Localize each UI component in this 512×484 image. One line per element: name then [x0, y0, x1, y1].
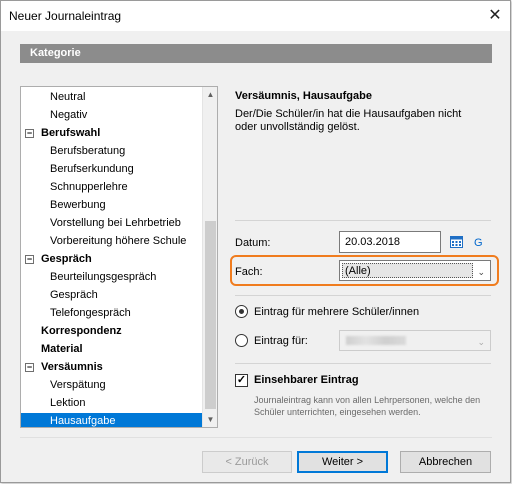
tree-item-label: Bewerbung — [50, 199, 106, 211]
scroll-thumb[interactable] — [205, 221, 216, 409]
collapse-icon[interactable]: − — [25, 363, 34, 372]
chevron-down-icon: ⌄ — [477, 267, 485, 277]
date-label: Datum: — [235, 237, 271, 249]
divider — [235, 220, 491, 221]
window-title: Neuer Journaleintrag — [9, 9, 122, 23]
tree-item[interactable]: − Berufswahl — [21, 125, 100, 142]
collapse-icon[interactable]: − — [25, 255, 34, 264]
blurred-student-name — [346, 336, 406, 345]
tree-item[interactable]: Schnupperlehre — [21, 179, 128, 196]
divider — [235, 295, 491, 296]
tree-item-label: Beurteilungsgespräch — [50, 271, 157, 283]
tree-item-label: Schnupperlehre — [50, 181, 128, 193]
tree-item-label: Hausaufgabe — [50, 415, 116, 427]
tree-item-label: Neutral — [50, 91, 86, 103]
title-bar: Neuer Journaleintrag ✕ — [1, 1, 510, 31]
back-button[interactable]: < Zurück — [202, 451, 292, 473]
tree-item[interactable]: Telefongespräch — [21, 305, 131, 322]
tree-item-label: Gespräch — [41, 253, 92, 265]
category-info-description: Der/Die Schüler/in hat die Hausaufgaben … — [235, 108, 462, 133]
tree-item[interactable]: Bewerbung — [21, 197, 106, 214]
tree-item[interactable]: Korrespondenz — [21, 323, 122, 340]
tree-item[interactable]: Berufsberatung — [21, 143, 125, 160]
tree-item-label: Material — [41, 343, 83, 355]
g-button[interactable]: G — [474, 237, 483, 249]
subject-select[interactable]: (Alle) ⌄ — [339, 260, 491, 281]
student-select[interactable]: ⌄ — [339, 330, 491, 351]
radio-multi-label: Eintrag für mehrere Schüler/innen — [254, 306, 420, 318]
tree-item[interactable]: Berufserkundung — [21, 161, 134, 178]
tree-item-label: Negativ — [50, 109, 88, 121]
radio-single[interactable] — [235, 334, 248, 347]
tree-item[interactable]: Hausaufgabe — [21, 413, 202, 427]
tree-item-label: Korrespondenz — [41, 325, 122, 337]
subject-label: Fach: — [235, 266, 263, 278]
radio-single-label: Eintrag für: — [254, 335, 308, 347]
date-input[interactable]: 20.03.2018 — [339, 231, 441, 253]
tree-item[interactable]: Material — [21, 341, 83, 358]
tree-item[interactable]: − Gespräch — [21, 251, 92, 268]
tree-item-label: Berufswahl — [41, 127, 101, 139]
subject-select-value: (Alle) — [342, 263, 473, 278]
tree-item[interactable]: Lektion — [21, 395, 85, 412]
tree-item-label: Lektion — [50, 397, 86, 409]
tree-item-label: Verspätung — [50, 379, 106, 391]
tree-item-label: Vorstellung bei Lehrbetrieb — [50, 217, 181, 229]
visible-entry-checkbox[interactable]: ✓ — [235, 374, 248, 387]
dialog-window: Neuer Journaleintrag ✕ Kategorie Neutral… — [0, 0, 511, 483]
tree-item[interactable]: Vorstellung bei Lehrbetrieb — [21, 215, 181, 232]
tree-item[interactable]: Verspätung — [21, 377, 106, 394]
tree-scrollbar[interactable]: ▲ ▼ — [202, 87, 217, 427]
footer-divider — [20, 437, 492, 438]
category-tree[interactable]: Neutral Negativ − Berufswahl Berufsberatung B… — [20, 86, 218, 428]
tree-item[interactable]: Neutral — [21, 89, 85, 106]
calendar-icon[interactable] — [450, 235, 463, 248]
tree-item-label: Berufsberatung — [50, 145, 126, 157]
tree-item-label: Telefongespräch — [50, 307, 131, 319]
tree-item-label: Berufserkundung — [50, 163, 134, 175]
tree-item-label: Gespräch — [50, 289, 98, 301]
category-header: Kategorie — [20, 44, 492, 63]
visible-entry-label: Einsehbarer Eintrag — [254, 374, 359, 386]
tree-item[interactable]: Vorbereitung höhere Schule — [21, 233, 186, 250]
chevron-down-icon: ⌄ — [477, 337, 485, 347]
collapse-icon[interactable]: − — [25, 129, 34, 138]
tree-item[interactable]: − Versäumnis — [21, 359, 103, 376]
tree-item[interactable]: Beurteilungsgespräch — [21, 269, 156, 286]
tree-item[interactable]: Gespräch — [21, 287, 98, 304]
scroll-up-arrow-icon[interactable]: ▲ — [203, 87, 217, 102]
close-icon[interactable]: ✕ — [484, 5, 506, 27]
divider — [235, 363, 491, 364]
scroll-down-arrow-icon[interactable]: ▼ — [203, 412, 217, 427]
tree-item-label: Vorbereitung höhere Schule — [50, 235, 187, 247]
radio-multi[interactable] — [235, 305, 248, 318]
tree-item-label: Versäumnis — [41, 361, 103, 373]
visible-entry-description: Journaleintrag kann von allen Lehrperson… — [254, 395, 481, 417]
next-button[interactable]: Weiter > — [297, 451, 388, 473]
cancel-button[interactable]: Abbrechen — [400, 451, 491, 473]
tree-item[interactable]: Negativ — [21, 107, 87, 124]
category-info-title: Versäumnis, Hausaufgabe — [235, 90, 372, 102]
